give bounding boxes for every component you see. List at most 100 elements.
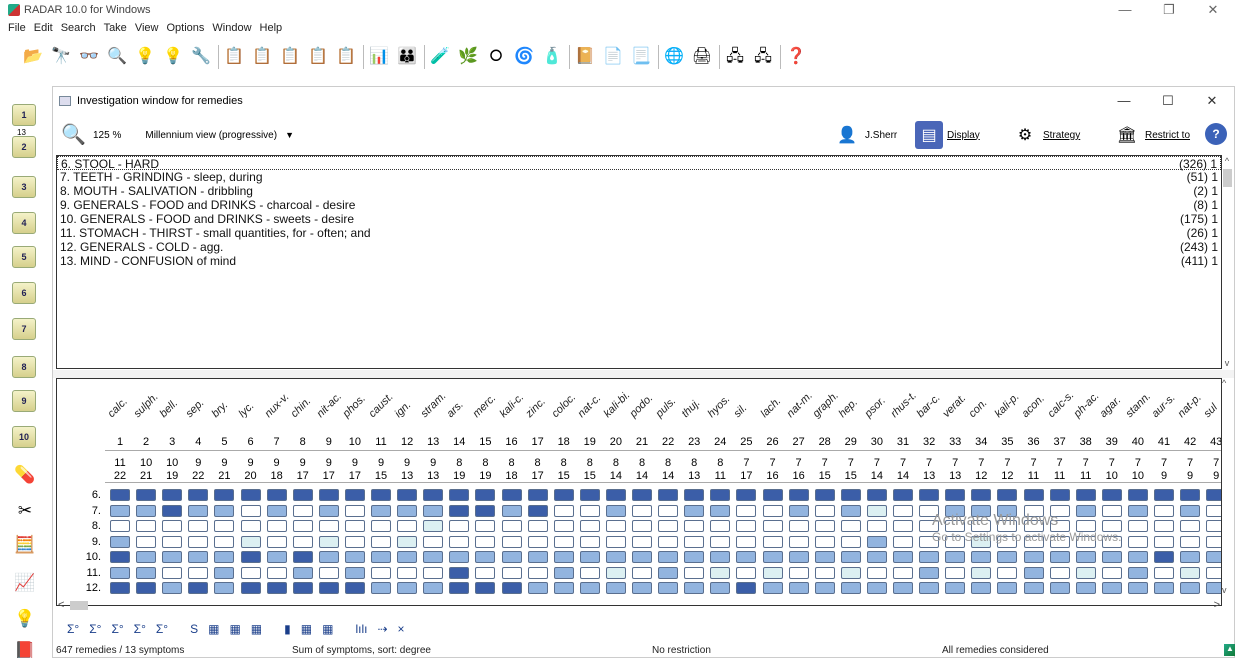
- analysis-tool-2[interactable]: Σ°: [89, 622, 101, 636]
- grade-cell[interactable]: [788, 566, 809, 579]
- grade-cell[interactable]: [814, 551, 835, 563]
- grade-cell[interactable]: [1101, 566, 1122, 579]
- grade-cell[interactable]: [397, 535, 418, 548]
- grade-cell[interactable]: [710, 535, 731, 548]
- grade-cell[interactable]: [318, 520, 339, 532]
- grade-cell[interactable]: [658, 566, 679, 579]
- grade-cell[interactable]: [136, 582, 157, 594]
- symptom-row[interactable]: 7. TEETH - GRINDING - sleep, during (51) …: [57, 170, 1221, 184]
- grade-cell[interactable]: [188, 535, 209, 548]
- grade-cell[interactable]: [814, 566, 835, 579]
- grade-cell[interactable]: [240, 582, 261, 594]
- grade-cell[interactable]: [893, 504, 913, 517]
- grade-cell[interactable]: [945, 551, 966, 563]
- remedy-name[interactable]: sul: [1202, 402, 1220, 420]
- grade-cell[interactable]: [788, 551, 809, 563]
- zoom-magnifier-icon[interactable]: 🔍: [61, 121, 89, 149]
- grade-cell[interactable]: [893, 566, 913, 579]
- grade-cell[interactable]: [136, 535, 157, 548]
- remedy-name[interactable]: nat-m.: [784, 389, 815, 420]
- grade-cell[interactable]: [579, 566, 600, 579]
- menu-window[interactable]: Window: [208, 20, 255, 38]
- grade-cell[interactable]: [919, 566, 940, 579]
- grade-cell[interactable]: [1023, 489, 1044, 501]
- analysis-tool-5[interactable]: Σ°: [156, 622, 168, 636]
- open-file-icon[interactable]: 📂: [22, 46, 44, 68]
- grade-cell[interactable]: [501, 566, 522, 579]
- clipboard-tab-6[interactable]: 6: [12, 282, 36, 304]
- grade-cell[interactable]: [162, 504, 183, 517]
- grid-horizontal-scrollbar[interactable]: < >: [56, 599, 1222, 611]
- grade-cell[interactable]: [501, 504, 522, 517]
- grade-cell[interactable]: [292, 535, 313, 548]
- grade-cell[interactable]: [579, 489, 600, 501]
- grade-cell[interactable]: [1049, 582, 1070, 594]
- grade-cell[interactable]: [266, 489, 287, 501]
- flask-icon[interactable]: 🧪: [429, 46, 451, 68]
- clipboard-tab-3[interactable]: 3: [12, 176, 36, 198]
- grade-cell[interactable]: [736, 582, 757, 594]
- grade-cell[interactable]: [397, 520, 418, 532]
- grade-cell[interactable]: [866, 582, 887, 594]
- grade-cell[interactable]: [397, 504, 418, 517]
- grade-cell[interactable]: [240, 504, 261, 517]
- grade-cell[interactable]: [553, 504, 574, 517]
- menu-search[interactable]: Search: [57, 20, 100, 38]
- bottle-icon[interactable]: 🧴: [541, 46, 563, 68]
- grade-cell[interactable]: [475, 489, 496, 501]
- grade-cell[interactable]: [840, 582, 861, 594]
- grade-cell[interactable]: [423, 566, 444, 579]
- analysis-tool-9[interactable]: ▦: [251, 622, 262, 636]
- grade-cell[interactable]: [318, 582, 339, 594]
- grade-cell[interactable]: [266, 535, 287, 548]
- grade-cell[interactable]: [292, 582, 313, 594]
- grade-cell[interactable]: [788, 535, 809, 548]
- grade-cell[interactable]: [162, 489, 183, 501]
- minimize-button[interactable]: —: [1103, 0, 1147, 20]
- remedy-grid[interactable]: calc. 1 11 22 sulph. 2 10 21 bell. 3 10 19 sep. 4 9 22 b…: [56, 378, 1222, 606]
- grade-cell[interactable]: [527, 489, 548, 501]
- grade-cell[interactable]: [736, 520, 757, 532]
- grade-cell[interactable]: [658, 504, 679, 517]
- grade-cell[interactable]: [1023, 582, 1044, 594]
- remedy-name[interactable]: bell.: [158, 397, 181, 420]
- grade-cell[interactable]: [553, 582, 574, 594]
- grade-cell[interactable]: [788, 582, 809, 594]
- grade-cell[interactable]: [1206, 520, 1221, 532]
- grade-cell[interactable]: [1075, 551, 1096, 563]
- grade-cell[interactable]: [1180, 520, 1201, 532]
- grade-cell[interactable]: [632, 535, 652, 548]
- grade-cell[interactable]: [240, 520, 261, 532]
- grade-cell[interactable]: [1154, 520, 1174, 532]
- menu-options[interactable]: Options: [162, 20, 208, 38]
- grade-cell[interactable]: [632, 551, 652, 563]
- grade-cell[interactable]: [710, 489, 731, 501]
- grade-cell[interactable]: [136, 520, 157, 532]
- grade-cell[interactable]: [162, 551, 183, 563]
- grade-cell[interactable]: [1154, 489, 1174, 501]
- remedy-name[interactable]: bry.: [210, 399, 231, 420]
- grade-cell[interactable]: [475, 566, 496, 579]
- grade-cell[interactable]: [840, 520, 861, 532]
- grade-cell[interactable]: [214, 582, 235, 594]
- grade-cell[interactable]: [423, 504, 444, 517]
- grade-cell[interactable]: [449, 489, 470, 501]
- remedy-name[interactable]: kali-c.: [497, 391, 526, 420]
- grade-cell[interactable]: [553, 520, 574, 532]
- grade-cell[interactable]: [632, 582, 652, 594]
- grade-cell[interactable]: [762, 551, 783, 563]
- grade-cell[interactable]: [762, 535, 783, 548]
- grade-cell[interactable]: [449, 582, 470, 594]
- notes-icon[interactable]: 📄: [602, 46, 624, 68]
- grade-cell[interactable]: [1127, 489, 1148, 501]
- remedy-name[interactable]: sulph.: [132, 391, 161, 420]
- grade-cell[interactable]: [553, 566, 574, 579]
- grade-cell[interactable]: [240, 566, 261, 579]
- clipboard-tab-2[interactable]: 2: [12, 136, 36, 158]
- grade-cell[interactable]: [1127, 566, 1148, 579]
- grade-cell[interactable]: [1180, 582, 1201, 594]
- grade-cell[interactable]: [893, 520, 913, 532]
- remedy-name[interactable]: nat-c.: [575, 392, 603, 420]
- family-icon[interactable]: 👪: [396, 46, 418, 68]
- grade-cell[interactable]: [971, 566, 992, 579]
